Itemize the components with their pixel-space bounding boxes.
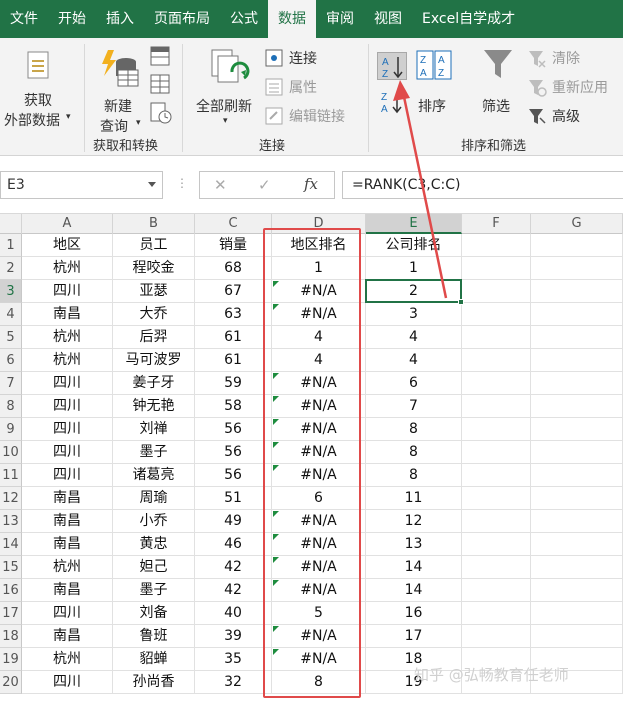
arrow-head (393, 80, 410, 101)
watermark-text: 知乎 @弘畅教育任老师 (414, 666, 569, 684)
arrow-shaft (401, 91, 448, 299)
annotation-arrow (393, 80, 448, 299)
